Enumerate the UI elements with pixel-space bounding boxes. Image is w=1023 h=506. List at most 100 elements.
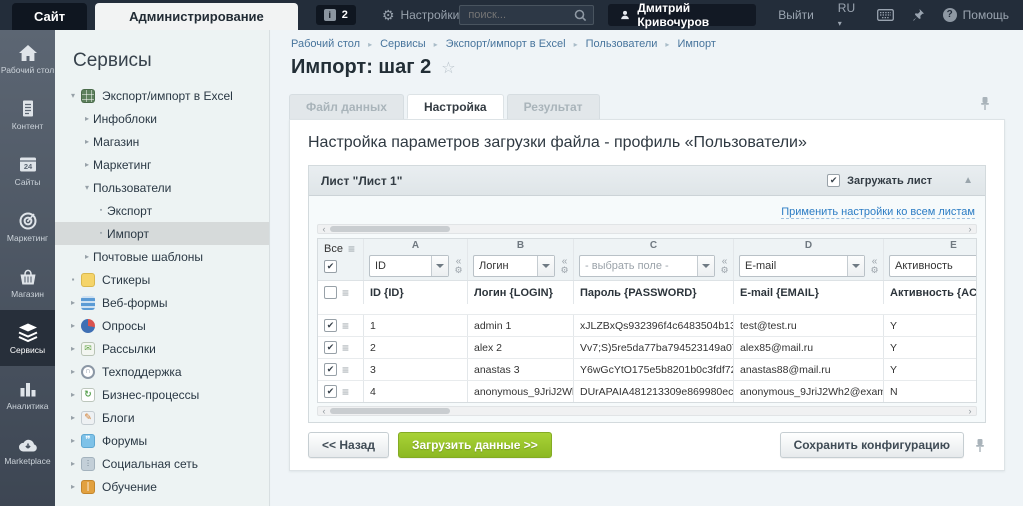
- row-checkbox[interactable]: [324, 341, 337, 354]
- column-tools[interactable]: «⚙: [452, 258, 465, 274]
- menu-item[interactable]: ▪ Экспорт: [55, 199, 269, 222]
- rail-item-desktop[interactable]: Рабочий стол: [0, 30, 55, 86]
- menu-item[interactable]: ▾ Экспорт/импорт в Excel: [55, 84, 269, 107]
- row-checkbox[interactable]: [324, 363, 337, 376]
- tree-marker-icon[interactable]: ▾: [67, 91, 79, 100]
- tree-marker-icon[interactable]: ▸: [67, 482, 79, 491]
- drag-handle-icon[interactable]: ≡: [342, 385, 349, 399]
- tree-marker-icon[interactable]: ▸: [67, 344, 79, 353]
- load-data-button[interactable]: Загрузить данные >>: [398, 432, 552, 458]
- rail-item-analytics[interactable]: Аналитика: [0, 366, 55, 422]
- notifications-badge[interactable]: i 2: [316, 5, 356, 25]
- menu-item[interactable]: ▪ Импорт: [55, 222, 269, 245]
- tree-marker-icon[interactable]: ▸: [67, 298, 79, 307]
- favorite-star-icon[interactable]: ☆: [441, 58, 455, 78]
- pin-toolbar-button[interactable]: [912, 8, 925, 22]
- save-configuration-button[interactable]: Сохранить конфигурацию: [780, 432, 964, 458]
- rail-item-marketing[interactable]: Маркетинг: [0, 198, 55, 254]
- breadcrumb-link[interactable]: Экспорт/импорт в Excel: [426, 38, 566, 50]
- menu-item[interactable]: ▸ Почтовые шаблоны: [55, 245, 269, 268]
- help-button[interactable]: ? Помощь: [943, 8, 1009, 22]
- tab-result[interactable]: Результат: [507, 94, 600, 119]
- horizontal-scrollbar-bottom[interactable]: ‹ ›: [317, 406, 977, 416]
- breadcrumb-link[interactable]: Пользователи: [566, 38, 658, 50]
- tree-marker-icon[interactable]: ▸: [81, 137, 93, 146]
- row-checkbox[interactable]: [324, 319, 337, 332]
- tree-marker-icon[interactable]: ▸: [81, 252, 93, 261]
- user-menu[interactable]: Дмитрий Кривочуров: [608, 4, 756, 26]
- menu-item[interactable]: ▸ Форумы: [55, 429, 269, 452]
- tree-marker-icon[interactable]: ▸: [67, 367, 79, 376]
- site-tab[interactable]: Сайт: [12, 3, 87, 30]
- menu-item[interactable]: ▸ Социальная сеть: [55, 452, 269, 475]
- header-checkbox[interactable]: [324, 286, 337, 299]
- tree-marker-icon[interactable]: ▸: [67, 459, 79, 468]
- tree-marker-icon[interactable]: ▪: [95, 230, 107, 237]
- logout-button[interactable]: Выйти: [778, 8, 814, 22]
- menu-item[interactable]: ▸ Рассылки: [55, 337, 269, 360]
- scrollbar-thumb[interactable]: [330, 226, 450, 232]
- back-button[interactable]: << Назад: [308, 432, 389, 458]
- tree-marker-icon[interactable]: ▪: [95, 207, 107, 214]
- field-select-e[interactable]: Активность: [889, 255, 977, 277]
- field-select-b[interactable]: Логин: [473, 255, 555, 277]
- tree-marker-icon[interactable]: ▸: [67, 390, 79, 399]
- rail-item-marketplace[interactable]: Marketplace: [0, 422, 55, 478]
- tree-marker-icon[interactable]: ▸: [81, 160, 93, 169]
- rail-item-content[interactable]: Контент: [0, 86, 55, 142]
- collapse-panel-icon[interactable]: ▲: [963, 175, 973, 186]
- horizontal-scrollbar-top[interactable]: ‹ ›: [317, 224, 977, 234]
- field-select-c[interactable]: - выбрать поле -: [579, 255, 715, 277]
- column-tools[interactable]: «⚙: [868, 258, 881, 274]
- scroll-left-icon[interactable]: ‹: [318, 407, 330, 415]
- tab-data-file[interactable]: Файл данных: [289, 94, 404, 119]
- drag-handle-icon[interactable]: ≡: [342, 319, 349, 333]
- field-select-a[interactable]: ID: [369, 255, 449, 277]
- rail-item-services[interactable]: Сервисы: [0, 310, 55, 366]
- row-checkbox[interactable]: [324, 385, 337, 398]
- drag-handle-icon[interactable]: ≡: [348, 242, 355, 256]
- search-input[interactable]: [466, 8, 574, 22]
- menu-item[interactable]: ▸ Обучение: [55, 475, 269, 498]
- tab-settings[interactable]: Настройка: [407, 94, 504, 119]
- load-sheet-checkbox[interactable]: [827, 174, 840, 187]
- rail-item-shop[interactable]: Магазин: [0, 254, 55, 310]
- breadcrumb-link[interactable]: Импорт: [657, 38, 715, 50]
- search-icon[interactable]: [574, 9, 587, 22]
- pin-icon[interactable]: [974, 438, 986, 453]
- tree-marker-icon[interactable]: ▸: [67, 413, 79, 422]
- pin-icon[interactable]: [979, 96, 991, 111]
- drag-handle-icon[interactable]: ≡: [342, 286, 349, 300]
- menu-item[interactable]: ▸ Веб-формы: [55, 291, 269, 314]
- menu-item[interactable]: ▸ Бизнес-процессы: [55, 383, 269, 406]
- scroll-right-icon[interactable]: ›: [964, 407, 976, 415]
- menu-item[interactable]: ▸ Техподдержка: [55, 360, 269, 383]
- select-all-checkbox[interactable]: [324, 260, 337, 273]
- search-box[interactable]: [459, 5, 594, 25]
- column-tools[interactable]: «⚙: [718, 258, 731, 274]
- tree-marker-icon[interactable]: ▸: [81, 114, 93, 123]
- menu-item[interactable]: ▸ Маркетинг: [55, 153, 269, 176]
- scroll-left-icon[interactable]: ‹: [318, 225, 330, 233]
- menu-item[interactable]: ▸ Магазин: [55, 130, 269, 153]
- scroll-right-icon[interactable]: ›: [964, 225, 976, 233]
- settings-button[interactable]: ⚙ Настройки: [382, 8, 459, 22]
- tree-marker-icon[interactable]: ▸: [67, 436, 79, 445]
- tree-marker-icon[interactable]: ▾: [81, 183, 93, 192]
- field-select-d[interactable]: E-mail: [739, 255, 865, 277]
- menu-item[interactable]: ▾ Пользователи: [55, 176, 269, 199]
- menu-item[interactable]: ▪ Стикеры: [55, 268, 269, 291]
- tree-marker-icon[interactable]: ▸: [67, 321, 79, 330]
- menu-item[interactable]: ▸ Блоги: [55, 406, 269, 429]
- scrollbar-thumb[interactable]: [330, 408, 450, 414]
- menu-item[interactable]: ▸ Инфоблоки: [55, 107, 269, 130]
- drag-handle-icon[interactable]: ≡: [342, 363, 349, 377]
- column-tools[interactable]: «⚙: [558, 258, 571, 274]
- tree-marker-icon[interactable]: ▪: [67, 275, 79, 284]
- drag-handle-icon[interactable]: ≡: [342, 341, 349, 355]
- breadcrumb-link[interactable]: Сервисы: [360, 38, 426, 50]
- hotkeys-button[interactable]: [877, 9, 894, 21]
- rail-item-sites[interactable]: 24 Сайты: [0, 142, 55, 198]
- apply-to-all-sheets-link[interactable]: Применить настройки ко всем листам: [781, 206, 975, 219]
- menu-item[interactable]: ▸ Опросы: [55, 314, 269, 337]
